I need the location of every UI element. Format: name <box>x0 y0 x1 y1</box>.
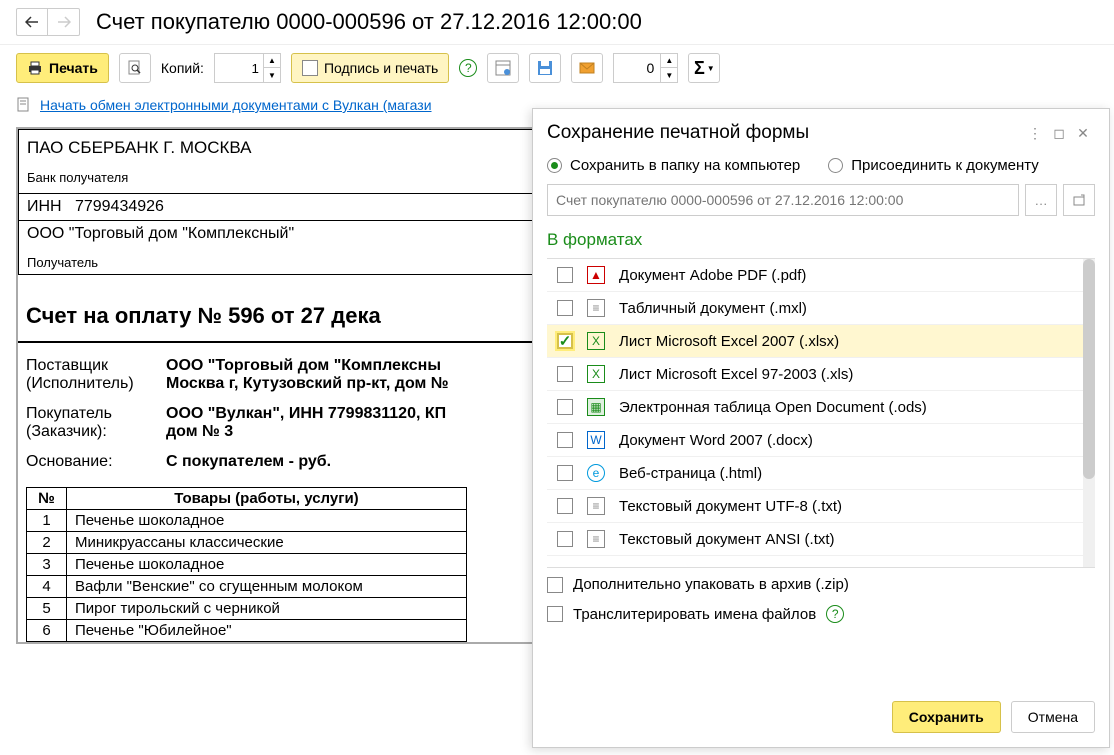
path-open-button[interactable] <box>1063 184 1095 216</box>
radio-attach-doc[interactable]: Присоединить к документу <box>828 157 1039 174</box>
scrollbar[interactable] <box>1083 259 1095 567</box>
table-row: 5Пирог тирольский с черникой <box>27 598 467 620</box>
page-title: Счет покупателю 0000-000596 от 27.12.201… <box>96 9 642 35</box>
magnifier-icon <box>127 60 143 76</box>
format-checkbox[interactable] <box>557 300 573 316</box>
format-checkbox[interactable] <box>557 432 573 448</box>
help-icon[interactable]: ? <box>459 59 477 77</box>
pdf-icon: ▲ <box>587 266 605 284</box>
format-list: ▲ Документ Adobe PDF (.pdf) ≡ Табличный … <box>547 258 1095 568</box>
copies-input[interactable] <box>214 53 264 83</box>
format-checkbox[interactable] <box>557 366 573 382</box>
format-item[interactable]: W Документ Word 2007 (.docx) <box>547 424 1095 457</box>
format-item[interactable]: ▦ Электронная таблица Open Document (.od… <box>547 391 1095 424</box>
copies-label: Копий: <box>161 60 204 76</box>
envelope-icon <box>579 61 595 75</box>
format-checkbox[interactable] <box>557 465 573 481</box>
doc-icon: W <box>587 431 605 449</box>
arrow-right-icon <box>57 16 71 28</box>
format-label: Текстовый документ UTF-8 (.txt) <box>619 498 842 515</box>
nav-back-button[interactable] <box>16 8 48 36</box>
txt-icon: ≡ <box>587 530 605 548</box>
email-button[interactable] <box>571 53 603 83</box>
chevron-down-icon[interactable]: ▼ <box>264 68 280 82</box>
document-icon <box>16 97 32 113</box>
dialog-title: Сохранение печатной формы <box>547 122 1023 144</box>
printer-icon <box>27 60 43 76</box>
basis-value: С покупателем - руб. <box>166 453 331 471</box>
format-checkbox[interactable] <box>557 531 573 547</box>
format-item[interactable]: X Лист Microsoft Excel 97-2003 (.xls) <box>547 358 1095 391</box>
ods-icon: ▦ <box>587 398 605 416</box>
table-row: 2Миникруассаны классические <box>27 532 467 554</box>
txt-icon: ≡ <box>587 497 605 515</box>
preview-button[interactable] <box>119 53 151 83</box>
translit-checkbox[interactable] <box>547 606 563 622</box>
diskette-icon <box>537 60 553 76</box>
buyer-value: ООО "Вулкан", ИНН 7799831120, КП <box>166 405 446 423</box>
format-label: Лист Microsoft Excel 2007 (.xlsx) <box>619 333 839 350</box>
xls-icon: X <box>587 365 605 383</box>
table-row: 6Печенье "Юбилейное" <box>27 620 467 642</box>
format-checkbox[interactable]: ✓ <box>557 333 573 349</box>
sign-checkbox <box>302 60 318 76</box>
path-browse-button[interactable]: … <box>1025 184 1057 216</box>
format-label: Табличный документ (.mxl) <box>619 300 807 317</box>
copies-spinner[interactable]: ▲▼ <box>264 53 281 83</box>
table-icon <box>495 60 511 76</box>
format-label: Веб-страница (.html) <box>619 465 762 482</box>
inn-value: 7799434926 <box>75 198 164 215</box>
table-row: 3Печенье шоколадное <box>27 554 467 576</box>
zero-field[interactable]: 0 <box>613 53 661 83</box>
format-label: Электронная таблица Open Document (.ods) <box>619 399 927 416</box>
format-item[interactable]: ≡ Текстовый документ ANSI (.txt) <box>547 523 1095 556</box>
dialog-save-button[interactable]: Сохранить <box>892 701 1001 733</box>
path-input[interactable] <box>547 184 1019 216</box>
open-folder-icon <box>1073 194 1085 206</box>
radio-icon <box>547 158 562 173</box>
zero-spinner[interactable]: ▲▼ <box>661 53 678 83</box>
sigma-button[interactable]: Σ ▼ <box>688 53 720 83</box>
zip-checkbox[interactable] <box>547 577 563 593</box>
format-label: Документ Word 2007 (.docx) <box>619 432 813 449</box>
items-table: №Товары (работы, услуги) 1Печенье шокола… <box>26 487 467 642</box>
chevron-up-icon[interactable]: ▲ <box>264 54 280 68</box>
save-dialog: Сохранение печатной формы ⋮ ◻ ✕ Сохранит… <box>532 108 1110 748</box>
xls-icon: X <box>587 332 605 350</box>
close-icon[interactable]: ✕ <box>1071 121 1095 145</box>
html-icon: e <box>587 464 605 482</box>
radio-icon <box>828 158 843 173</box>
sigma-icon: Σ <box>694 58 705 79</box>
table-row: 1Печенье шоколадное <box>27 510 467 532</box>
radio-save-folder[interactable]: Сохранить в папку на компьютер <box>547 157 800 174</box>
format-item[interactable]: ≡ Текстовый документ UTF-8 (.txt) <box>547 490 1095 523</box>
menu-icon[interactable]: ⋮ <box>1023 121 1047 145</box>
format-item[interactable]: ✓ X Лист Microsoft Excel 2007 (.xlsx) <box>547 325 1095 358</box>
format-item[interactable]: ≡ Табличный документ (.mxl) <box>547 292 1095 325</box>
supplier-value: ООО "Торговый дом "Комплексны <box>166 357 449 375</box>
format-checkbox[interactable] <box>557 399 573 415</box>
help-icon[interactable]: ? <box>826 605 844 623</box>
nav-forward-button[interactable] <box>48 8 80 36</box>
format-checkbox[interactable] <box>557 498 573 514</box>
maximize-icon[interactable]: ◻ <box>1047 121 1071 145</box>
format-checkbox[interactable] <box>557 267 573 283</box>
save-button[interactable] <box>529 53 561 83</box>
format-label: Текстовый документ ANSI (.txt) <box>619 531 835 548</box>
print-button[interactable]: Печать <box>16 53 109 83</box>
arrow-left-icon <box>25 16 39 28</box>
format-label: Лист Microsoft Excel 97-2003 (.xls) <box>619 366 853 383</box>
sign-print-button[interactable]: Подпись и печать <box>291 53 449 83</box>
table-row: 4Вафли "Венские" со сгущенным молоком <box>27 576 467 598</box>
format-item[interactable]: e Веб-страница (.html) <box>547 457 1095 490</box>
action1-button[interactable] <box>487 53 519 83</box>
formats-title: В форматах <box>533 228 1109 258</box>
edo-link[interactable]: Начать обмен электронными документами с … <box>40 97 432 113</box>
mxl-icon: ≡ <box>587 299 605 317</box>
format-item[interactable]: ▲ Документ Adobe PDF (.pdf) <box>547 259 1095 292</box>
format-label: Документ Adobe PDF (.pdf) <box>619 267 806 284</box>
dialog-cancel-button[interactable]: Отмена <box>1011 701 1095 733</box>
